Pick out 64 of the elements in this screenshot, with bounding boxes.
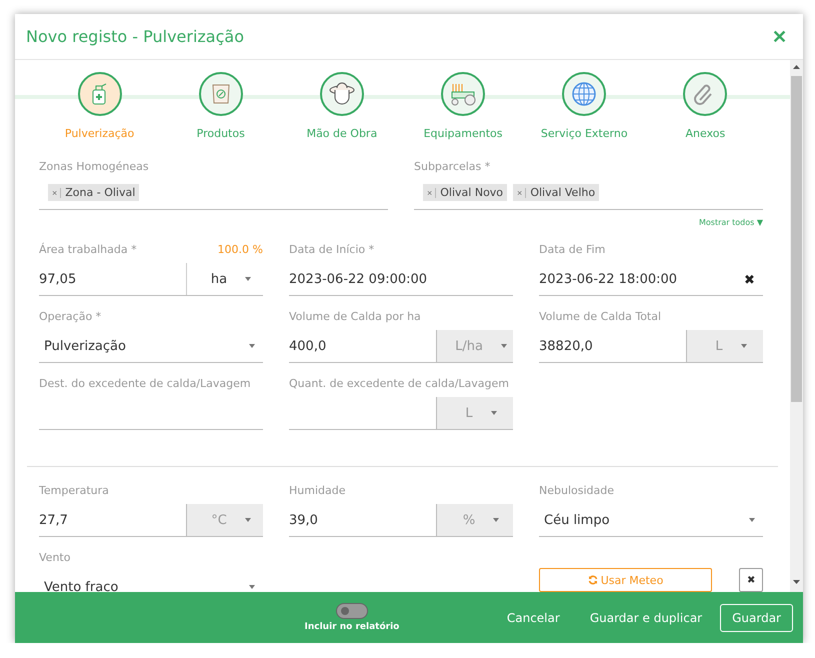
step-circle[interactable] — [198, 72, 243, 116]
dropdown[interactable]: Pulverização — [39, 330, 263, 363]
remove-tag-button[interactable]: × — [52, 188, 62, 198]
input-field[interactable]: 38820,0 L — [539, 330, 763, 363]
field-label: Data de Fim — [539, 243, 606, 258]
step-circle[interactable] — [320, 72, 364, 116]
tag-input-field[interactable]: × Zona - Olival — [39, 176, 388, 210]
step-tab[interactable]: Mão de Obra — [306, 127, 378, 140]
caret-icon — [490, 411, 497, 415]
caret-icon — [244, 518, 251, 522]
field-label: Temperatura — [39, 484, 109, 499]
field-label: Volume de Calda por ha — [289, 310, 421, 325]
globe-icon — [570, 80, 598, 108]
field-label: Área trabalhada * — [39, 243, 137, 258]
save-button[interactable]: Guardar — [720, 604, 793, 632]
step-tab[interactable]: Pulverização — [64, 127, 134, 140]
field-label: Operação * — [39, 310, 102, 325]
field-label: Volume de Calda Total — [539, 310, 662, 325]
remove-tag-button[interactable]: × — [517, 188, 526, 198]
field-label: Subparcelas * — [414, 160, 490, 175]
caret-icon — [749, 518, 755, 522]
step-tab[interactable]: Equipamentos — [424, 127, 502, 140]
field-label: Dest. do excedente de calda/Lavagem — [39, 377, 251, 392]
tag-label: Olival Novo — [440, 186, 504, 199]
toggle-label: Incluir no relatório — [304, 622, 400, 632]
input-field[interactable]: 97,05 ha — [39, 263, 263, 296]
report-toggle[interactable] — [336, 603, 368, 619]
input-field[interactable]: 2023-06-22 18:00:00 ✖ — [539, 263, 763, 296]
show-all-link[interactable]: Mostrar todos ▼ — [699, 218, 763, 227]
step-circle[interactable] — [562, 72, 606, 116]
refresh-icon — [588, 575, 598, 585]
scrollbar[interactable] — [790, 60, 803, 592]
field-label: Humidade — [289, 484, 346, 499]
field-label: Data de Início * — [289, 243, 374, 258]
footer-button[interactable]: Guardar e duplicar — [578, 604, 714, 632]
tag-input-field[interactable]: × Olival Novo × Olival Velho — [414, 176, 763, 210]
use-meteo-button[interactable]: Usar Meteo — [539, 568, 712, 592]
input-field[interactable]: 400,0 L/ha — [289, 330, 513, 363]
field-label: Nebulosidade — [539, 484, 614, 499]
percentage-label: 100.0 % — [218, 243, 263, 258]
clear-date-button[interactable]: ✖ — [736, 263, 763, 295]
step-tab[interactable]: Anexos — [686, 127, 726, 140]
tag-label: Zona - Olival — [65, 186, 136, 199]
field-label: Vento — [39, 551, 70, 566]
window-title: Novo registo - Pulverização — [26, 27, 244, 46]
field-label: Zonas Homogéneas — [39, 160, 149, 175]
field-label: Quant. de excedente de calda/Lavagem — [289, 377, 510, 392]
caret-icon — [249, 344, 255, 348]
caret-icon — [740, 344, 747, 348]
remove-tag-button[interactable]: × — [427, 188, 436, 198]
clear-button[interactable]: ✖ — [739, 568, 763, 592]
input-field[interactable]: L — [289, 397, 513, 430]
tag-label: Olival Velho — [530, 186, 596, 199]
step-tab[interactable]: Produtos — [196, 127, 245, 140]
caret-icon — [245, 277, 252, 281]
dropdown[interactable]: Céu limpo — [539, 504, 763, 537]
caret-icon — [493, 518, 500, 522]
step-tab[interactable]: Serviço Externo — [540, 127, 628, 140]
input-field[interactable]: 27,7 °C — [39, 504, 263, 537]
close-button[interactable]: ✕ — [772, 26, 787, 48]
input-field[interactable]: 39,0 % — [289, 504, 513, 537]
caret-icon — [500, 344, 507, 348]
input-field[interactable]: 2023-06-22 09:00:00 — [289, 263, 513, 296]
footer-button[interactable]: Cancelar — [494, 604, 572, 632]
